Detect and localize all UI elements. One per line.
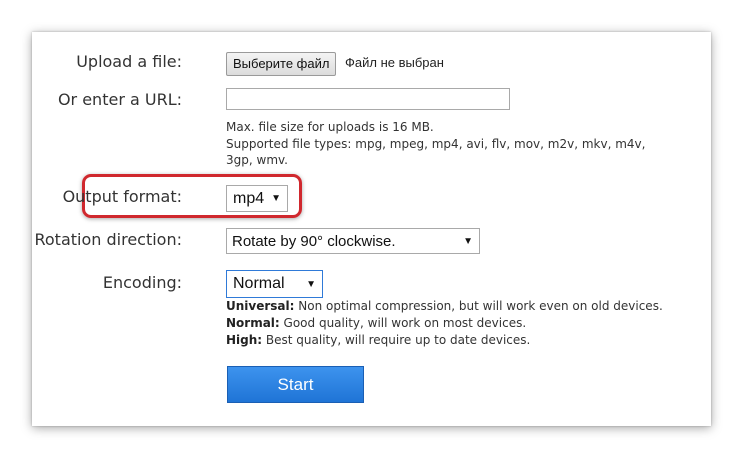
- triangle-down-icon: ▼: [306, 278, 316, 290]
- encoding-desc-universal: Universal: Non optimal compression, but …: [226, 299, 663, 313]
- url-label: Or enter a URL:: [57, 90, 182, 109]
- triangle-down-icon: ▼: [463, 235, 473, 247]
- url-input[interactable]: [226, 88, 510, 110]
- encoding-desc-normal: Normal: Good quality, will work on most …: [226, 316, 527, 330]
- encoding-label: Encoding:: [102, 273, 182, 292]
- rotation-select[interactable]: Rotate by 90° clockwise. ▼: [226, 228, 480, 254]
- rotation-label: Rotation direction:: [34, 230, 182, 249]
- output-format-label: Output format:: [62, 187, 182, 206]
- output-format-select[interactable]: mp4 ▼: [226, 185, 288, 212]
- types-note-line1: Supported file types: mpg, mpeg, mp4, av…: [226, 137, 646, 151]
- start-button[interactable]: Start: [227, 366, 364, 403]
- triangle-down-icon: ▼: [271, 193, 281, 204]
- size-note: Max. file size for uploads is 16 MB.: [226, 120, 434, 134]
- upload-label: Upload a file:: [76, 52, 182, 71]
- encoding-descriptions: Universal: Non optimal compression, but …: [226, 298, 663, 349]
- rotation-value: Rotate by 90° clockwise.: [232, 232, 396, 250]
- output-format-value: mp4: [233, 189, 265, 207]
- file-status: Файл не выбран: [345, 55, 444, 70]
- encoding-desc-high: High: Best quality, will require up to d…: [226, 333, 531, 347]
- choose-file-button[interactable]: Выберите файл: [226, 52, 337, 76]
- conversion-form: Upload a file: Выберите файл Файл не выб…: [32, 32, 711, 426]
- encoding-value: Normal: [233, 275, 285, 292]
- types-note-line2: 3gp, wmv.: [226, 153, 288, 167]
- encoding-select[interactable]: Normal ▼: [226, 270, 323, 298]
